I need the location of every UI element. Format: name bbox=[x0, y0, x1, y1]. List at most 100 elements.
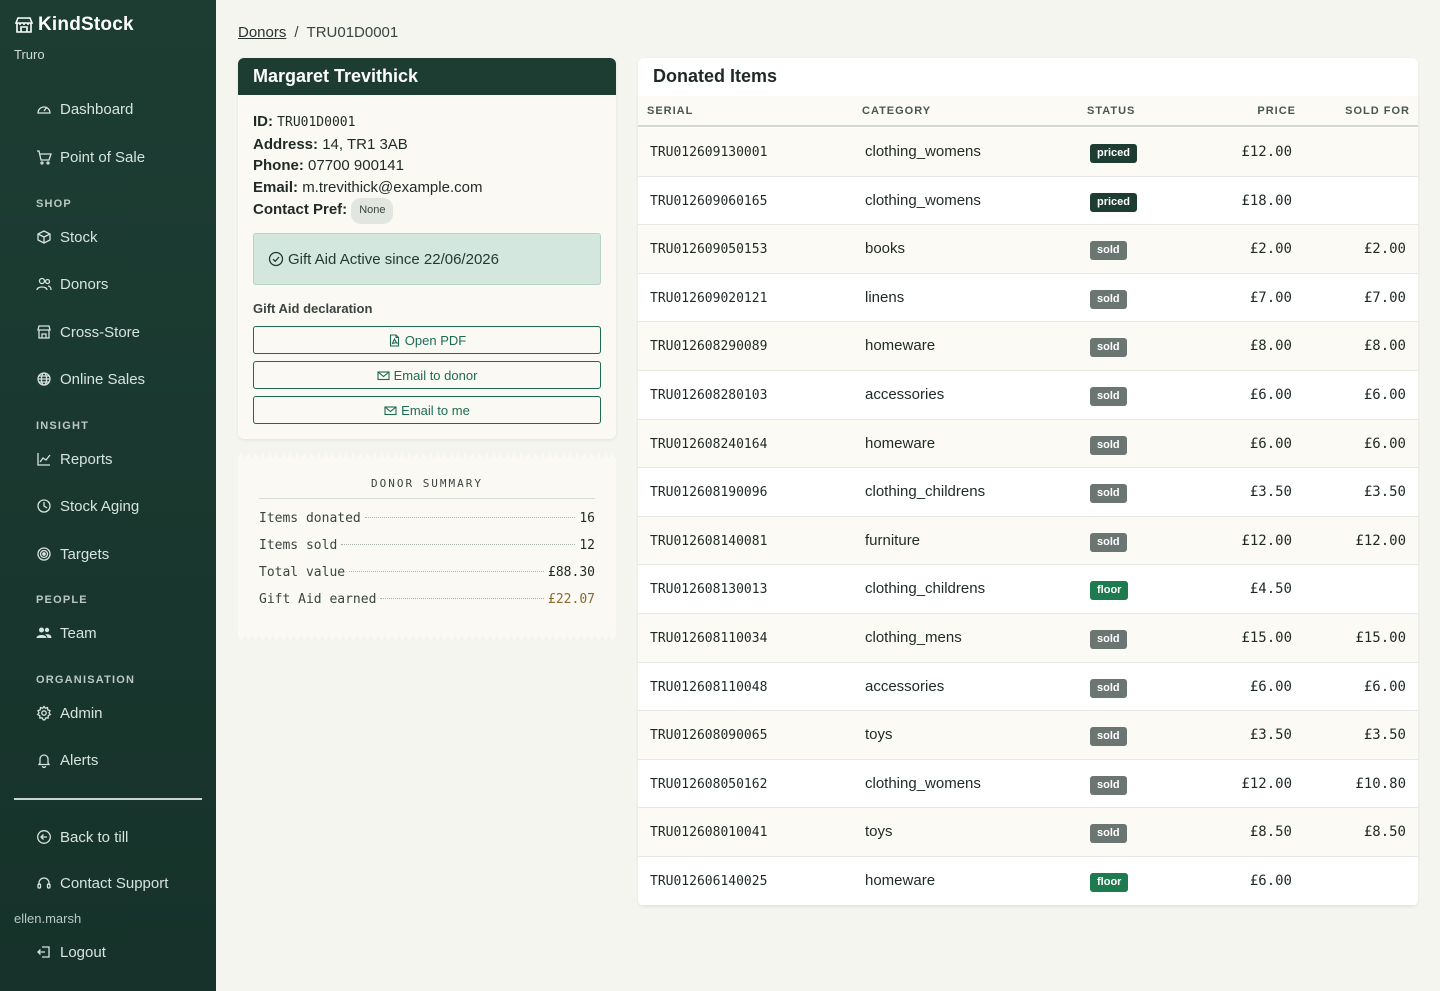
sidebar: KindStock Truro Dashboard Point of Sale … bbox=[0, 0, 216, 991]
sidebar-item-point-of-sale[interactable]: Point of Sale bbox=[36, 146, 145, 168]
sidebar-item-team[interactable]: Team bbox=[36, 622, 97, 644]
brand[interactable]: KindStock bbox=[14, 14, 134, 36]
sidebar-item-donors[interactable]: Donors bbox=[36, 273, 108, 295]
sidebar-item-cross-store[interactable]: Cross-Store bbox=[36, 321, 140, 343]
item-serial: TRU012608290089 bbox=[650, 339, 768, 355]
column-header-sold-for[interactable]: SOLD FOR bbox=[1345, 105, 1410, 117]
table-row[interactable]: TRU012608110034 clothing_mens sold £15.00 £1… bbox=[638, 613, 1418, 663]
table-row[interactable]: TRU012608290089 homeware sold £8.00 £8.00 bbox=[638, 322, 1418, 371]
bell-icon bbox=[36, 752, 52, 768]
item-price: £15.00 bbox=[1241, 629, 1292, 646]
sidebar-item-label: Reports bbox=[60, 450, 113, 468]
sidebar-item-alerts[interactable]: Alerts bbox=[36, 749, 98, 771]
table-row[interactable]: TRU012608090065 toys sold £3.50 £3.50 bbox=[638, 711, 1418, 760]
item-price: £8.50 bbox=[1249, 824, 1292, 841]
item-status: sold bbox=[1090, 629, 1127, 649]
status-badge: floor bbox=[1090, 872, 1129, 892]
breadcrumb-donors-link[interactable]: Donors bbox=[238, 24, 286, 41]
item-category: accessories bbox=[865, 677, 945, 695]
item-category: homeware bbox=[865, 337, 936, 355]
status-badge: sold bbox=[1090, 727, 1127, 747]
sidebar-item-label: Back to till bbox=[60, 828, 129, 846]
table-header: SERIAL CATEGORY STATUS PRICE SOLD FOR bbox=[638, 96, 1418, 127]
item-sold-for: £8.50 bbox=[1363, 824, 1406, 841]
item-status: sold bbox=[1090, 240, 1127, 261]
table-row[interactable]: TRU012606140025 homeware floor £6.00 bbox=[638, 856, 1418, 906]
summary-label: Total value bbox=[259, 565, 346, 580]
status-badge: sold bbox=[1090, 386, 1127, 406]
donor-details: ID: TRU01D0001 Address: 14, TR1 3AB Phon… bbox=[253, 111, 482, 224]
column-header-price[interactable]: PRICE bbox=[1257, 105, 1296, 117]
brand-name: KindStock bbox=[38, 14, 134, 35]
table-row[interactable]: TRU012609050153 books sold £2.00 £2.00 bbox=[638, 225, 1418, 274]
sidebar-item-label: Donors bbox=[60, 275, 109, 293]
item-status: sold bbox=[1090, 435, 1127, 455]
username: ellen.marsh bbox=[14, 911, 82, 926]
email-to-me-button[interactable]: Email to me bbox=[253, 396, 601, 424]
store-icon bbox=[14, 15, 34, 35]
sidebar-item-stock[interactable]: Stock bbox=[36, 226, 98, 248]
summary-label: Gift Aid earned bbox=[259, 592, 377, 607]
people-icon bbox=[36, 276, 52, 292]
item-status: priced bbox=[1090, 143, 1138, 163]
column-header-status[interactable]: STATUS bbox=[1087, 105, 1135, 117]
logout-icon bbox=[36, 944, 52, 960]
nav-section-insight: INSIGHT bbox=[36, 420, 90, 432]
sidebar-item-online-sales[interactable]: Online Sales bbox=[36, 368, 145, 390]
item-status: priced bbox=[1090, 192, 1138, 212]
item-serial: TRU012609050153 bbox=[650, 242, 768, 258]
sidebar-item-stock-aging[interactable]: Stock Aging bbox=[36, 495, 139, 517]
sidebar-item-label: Targets bbox=[60, 545, 110, 563]
sidebar-item-label: Contact Support bbox=[60, 874, 169, 892]
store-name: Truro bbox=[14, 47, 45, 62]
sidebar-item-dashboard[interactable]: Dashboard bbox=[36, 98, 133, 120]
status-badge: sold bbox=[1090, 629, 1127, 649]
sidebar-item-label: Admin bbox=[60, 704, 103, 722]
gift-aid-status-text: Gift Aid Active since 22/06/2026 bbox=[288, 250, 499, 268]
table-row[interactable]: TRU012608050162 clothing_womens sold £12.00… bbox=[638, 759, 1418, 809]
open-pdf-button[interactable]: Open PDF bbox=[253, 326, 601, 354]
summary-row: Items donated 16 bbox=[259, 511, 595, 526]
sidebar-item-label: Point of Sale bbox=[60, 148, 146, 166]
table-row[interactable]: TRU012609060165 clothing_womens priced £18.… bbox=[638, 176, 1418, 226]
column-header-serial[interactable]: SERIAL bbox=[647, 105, 693, 117]
status-badge: sold bbox=[1090, 289, 1127, 309]
table-row[interactable]: TRU012608280103 accessories sold £6.00 £6.00 bbox=[638, 370, 1418, 420]
item-sold-for: £15.00 bbox=[1355, 629, 1406, 646]
chart-icon bbox=[36, 451, 52, 467]
sidebar-item-admin[interactable]: Admin bbox=[36, 702, 103, 724]
item-status: sold bbox=[1090, 678, 1127, 698]
summary-label: Items donated bbox=[259, 511, 361, 526]
status-badge: sold bbox=[1090, 532, 1127, 552]
table-row[interactable]: TRU012608190096 clothing_childrens sold £3.… bbox=[638, 468, 1418, 517]
sidebar-item-reports[interactable]: Reports bbox=[36, 448, 113, 470]
item-sold-for: £6.00 bbox=[1363, 435, 1406, 452]
item-price: £4.50 bbox=[1249, 581, 1292, 598]
status-badge: priced bbox=[1090, 192, 1138, 212]
table-row[interactable]: TRU012608130013 clothing_childrens floor £4… bbox=[638, 565, 1418, 614]
item-category: linens bbox=[865, 288, 905, 306]
table-row[interactable]: TRU012608240164 homeware sold £6.00 £6.00 bbox=[638, 419, 1418, 469]
status-badge: sold bbox=[1090, 678, 1127, 698]
sidebar-item-contact-support[interactable]: Contact Support bbox=[36, 872, 168, 894]
table-row[interactable]: TRU012608010041 toys sold £8.50 £8.50 bbox=[638, 808, 1418, 857]
column-header-category[interactable]: CATEGORY bbox=[862, 105, 931, 117]
email-to-donor-button[interactable]: Email to donor bbox=[253, 361, 601, 389]
table-row[interactable]: TRU012608140081 furniture sold £12.00 £12.00 bbox=[638, 516, 1418, 566]
donor-address-label: Address: bbox=[253, 135, 319, 153]
table-row[interactable]: TRU012609130001 clothing_womens priced £12.… bbox=[638, 128, 1418, 177]
donor-summary-receipt: DONOR SUMMARY Items donated 16 Items sold… bbox=[238, 453, 616, 641]
box-icon bbox=[36, 229, 52, 245]
table-row[interactable]: TRU012608110048 accessories sold £6.00 £6.00 bbox=[638, 662, 1418, 712]
item-sold-for: £8.00 bbox=[1363, 338, 1406, 355]
gift-aid-status-banner: Gift Aid Active since 22/06/2026 bbox=[253, 233, 601, 285]
sidebar-item-targets[interactable]: Targets bbox=[36, 543, 109, 565]
table-row[interactable]: TRU012609020121 linens sold £7.00 £7.00 bbox=[638, 273, 1418, 323]
sidebar-item-back-to-till[interactable]: Back to till bbox=[36, 826, 128, 848]
sidebar-item-logout[interactable]: Logout bbox=[36, 941, 106, 963]
email-to-donor-label: Email to donor bbox=[393, 367, 478, 383]
cart-icon bbox=[36, 149, 52, 165]
sidebar-item-label: Stock bbox=[60, 228, 98, 246]
item-status: sold bbox=[1090, 726, 1127, 747]
item-category: clothing_womens bbox=[865, 774, 981, 792]
